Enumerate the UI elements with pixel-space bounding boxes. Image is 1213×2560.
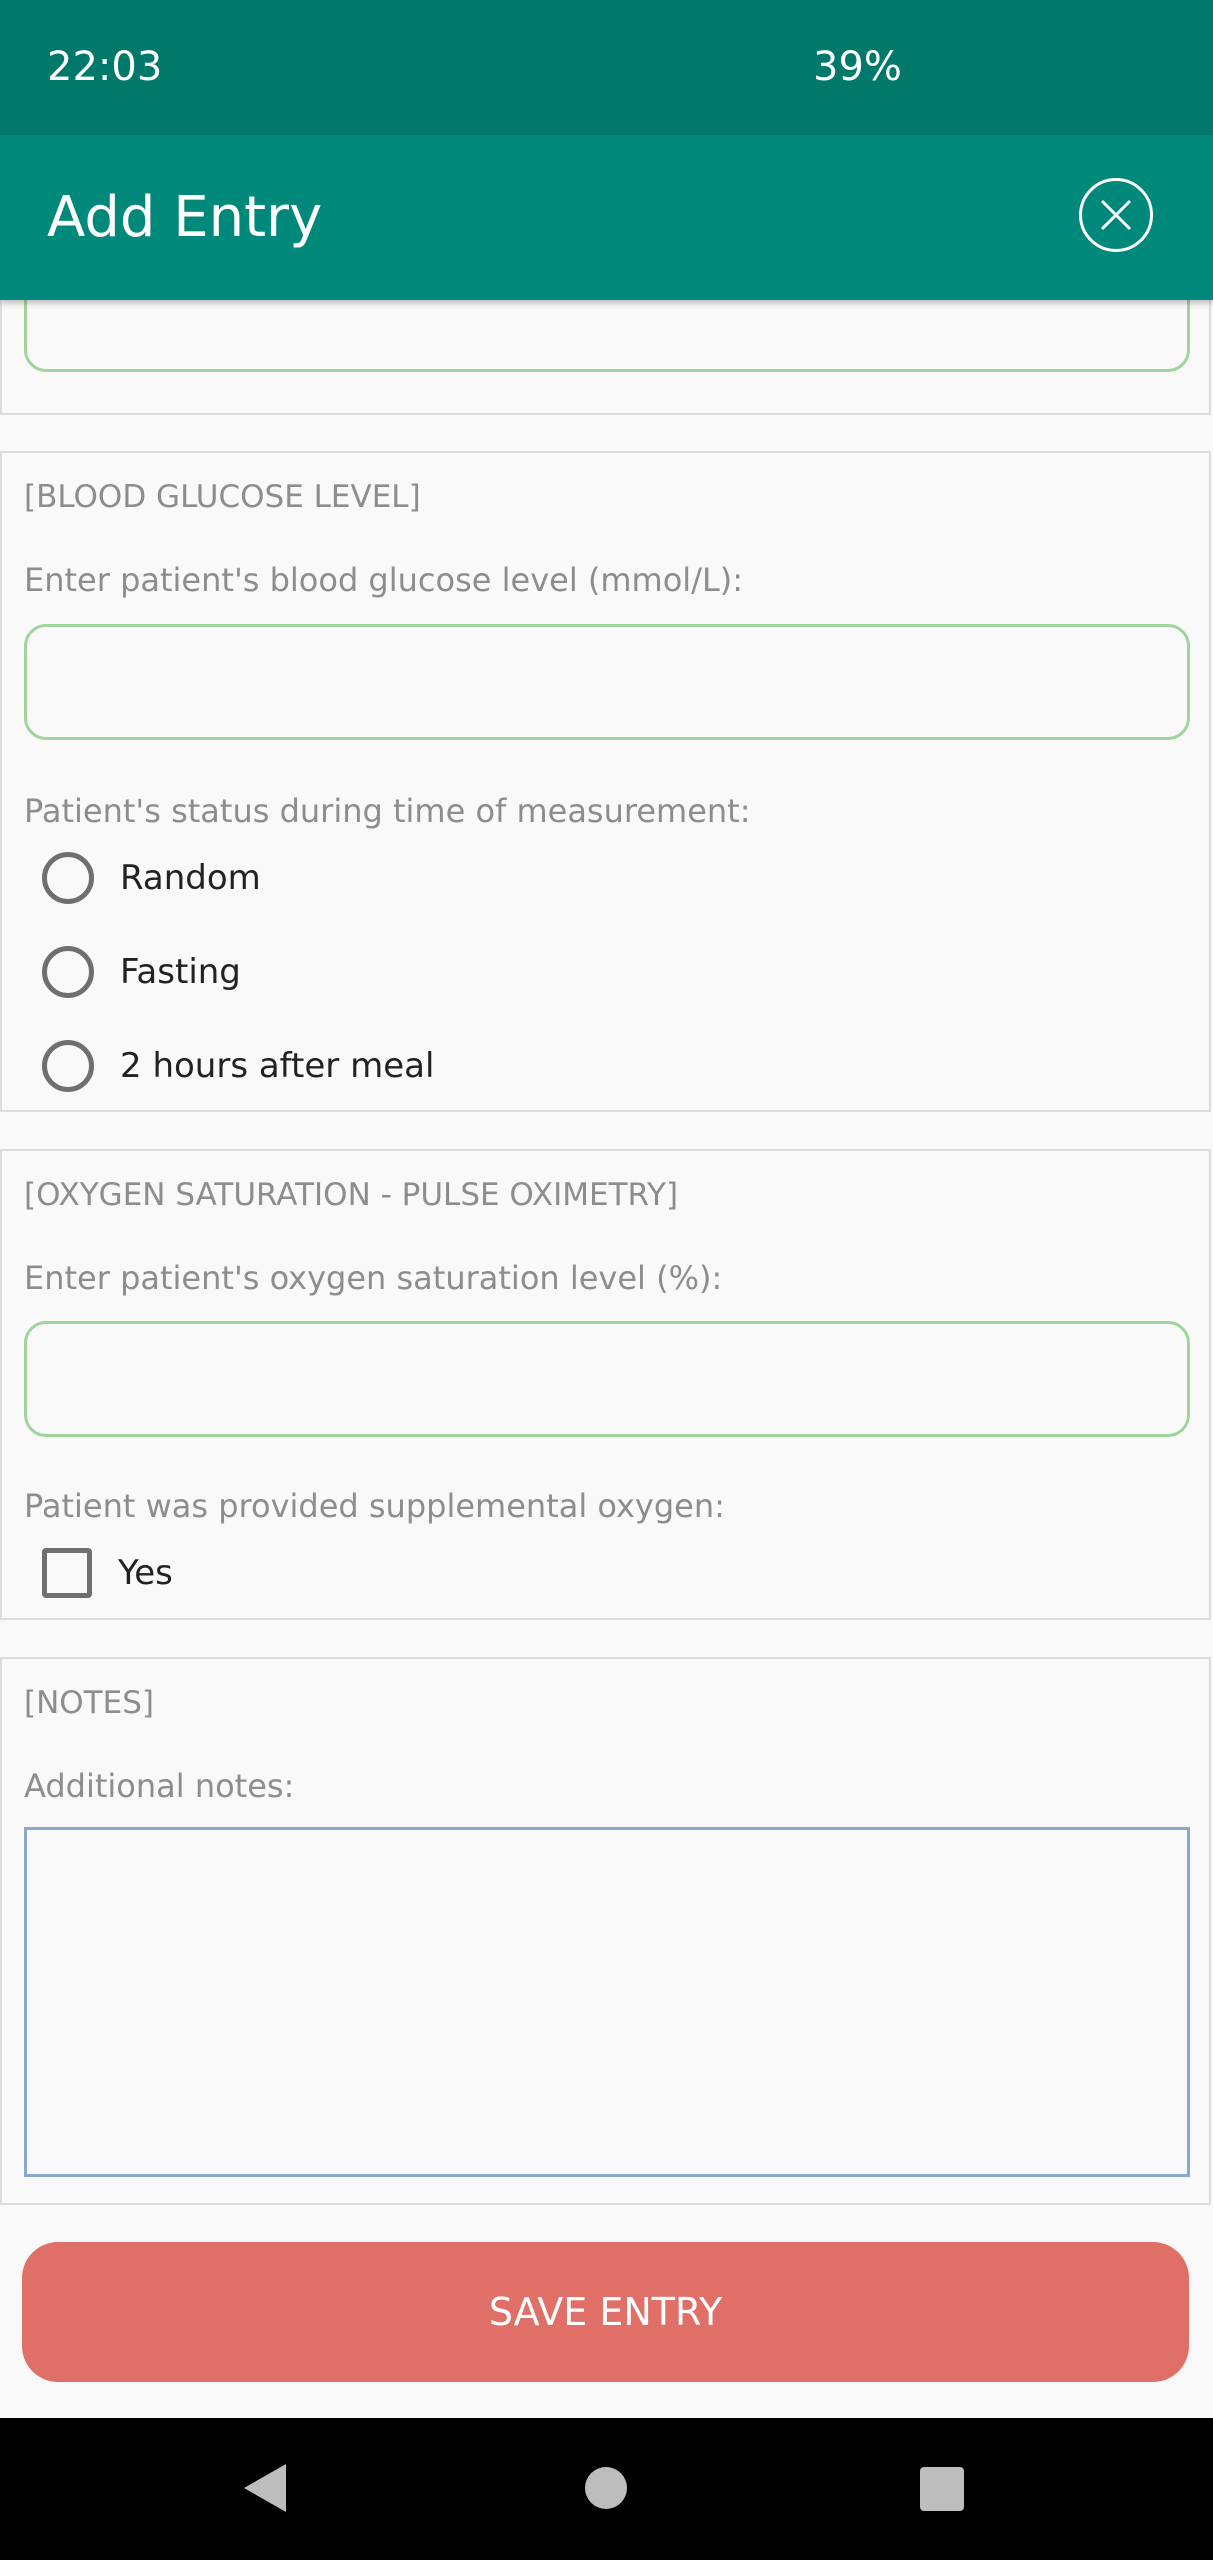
notes-section: [NOTES] Additional notes: [0, 1657, 1211, 2205]
notes-textarea[interactable] [24, 1827, 1190, 2177]
page-title: Add Entry [47, 185, 323, 250]
glucose-prompt: Enter patient's blood glucose level (mmo… [24, 561, 744, 599]
blood-glucose-section: [BLOOD GLUCOSE LEVEL] Enter patient's bl… [0, 451, 1211, 1112]
checkbox-label: Yes [118, 1553, 173, 1593]
oxygen-section: [OXYGEN SATURATION - PULSE OXIMETRY] Ent… [0, 1149, 1211, 1620]
radio-circle[interactable] [42, 946, 94, 998]
navigation-bar [0, 2418, 1213, 2560]
previous-section [0, 260, 1211, 415]
app-bar: Add Entry [0, 135, 1213, 300]
radio-random[interactable]: Random [42, 848, 261, 908]
oxygen-prompt: Enter patient's oxygen saturation level … [24, 1259, 723, 1297]
section-header: [OXYGEN SATURATION - PULSE OXIMETRY] [24, 1177, 679, 1213]
radio-label: Fasting [120, 952, 241, 992]
back-icon[interactable] [244, 2464, 286, 2512]
section-header: [NOTES] [24, 1685, 154, 1721]
glucose-input[interactable] [24, 624, 1190, 740]
radio-label: Random [120, 858, 261, 898]
status-bar: 22:03 39% [0, 0, 1213, 135]
save-entry-button[interactable]: SAVE ENTRY [22, 2242, 1189, 2382]
close-button[interactable] [1079, 178, 1153, 252]
radio-after-meal[interactable]: 2 hours after meal [42, 1036, 434, 1096]
section-header: [BLOOD GLUCOSE LEVEL] [24, 479, 421, 515]
battery-level: 39% [813, 44, 902, 90]
radio-fasting[interactable]: Fasting [42, 942, 241, 1002]
radio-circle[interactable] [42, 852, 94, 904]
close-icon [1100, 199, 1132, 231]
notes-prompt: Additional notes: [24, 1767, 295, 1805]
status-label: Patient's status during time of measurem… [24, 792, 751, 830]
supplemental-label: Patient was provided supplemental oxygen… [24, 1487, 725, 1525]
checkbox[interactable] [42, 1548, 92, 1598]
home-icon[interactable] [585, 2467, 627, 2509]
oxygen-input[interactable] [24, 1321, 1190, 1437]
radio-label: 2 hours after meal [120, 1046, 435, 1086]
recents-icon[interactable] [920, 2467, 964, 2511]
status-time: 22:03 [47, 44, 163, 90]
radio-circle[interactable] [42, 1040, 94, 1092]
supplemental-yes-checkbox[interactable]: Yes [42, 1543, 173, 1603]
